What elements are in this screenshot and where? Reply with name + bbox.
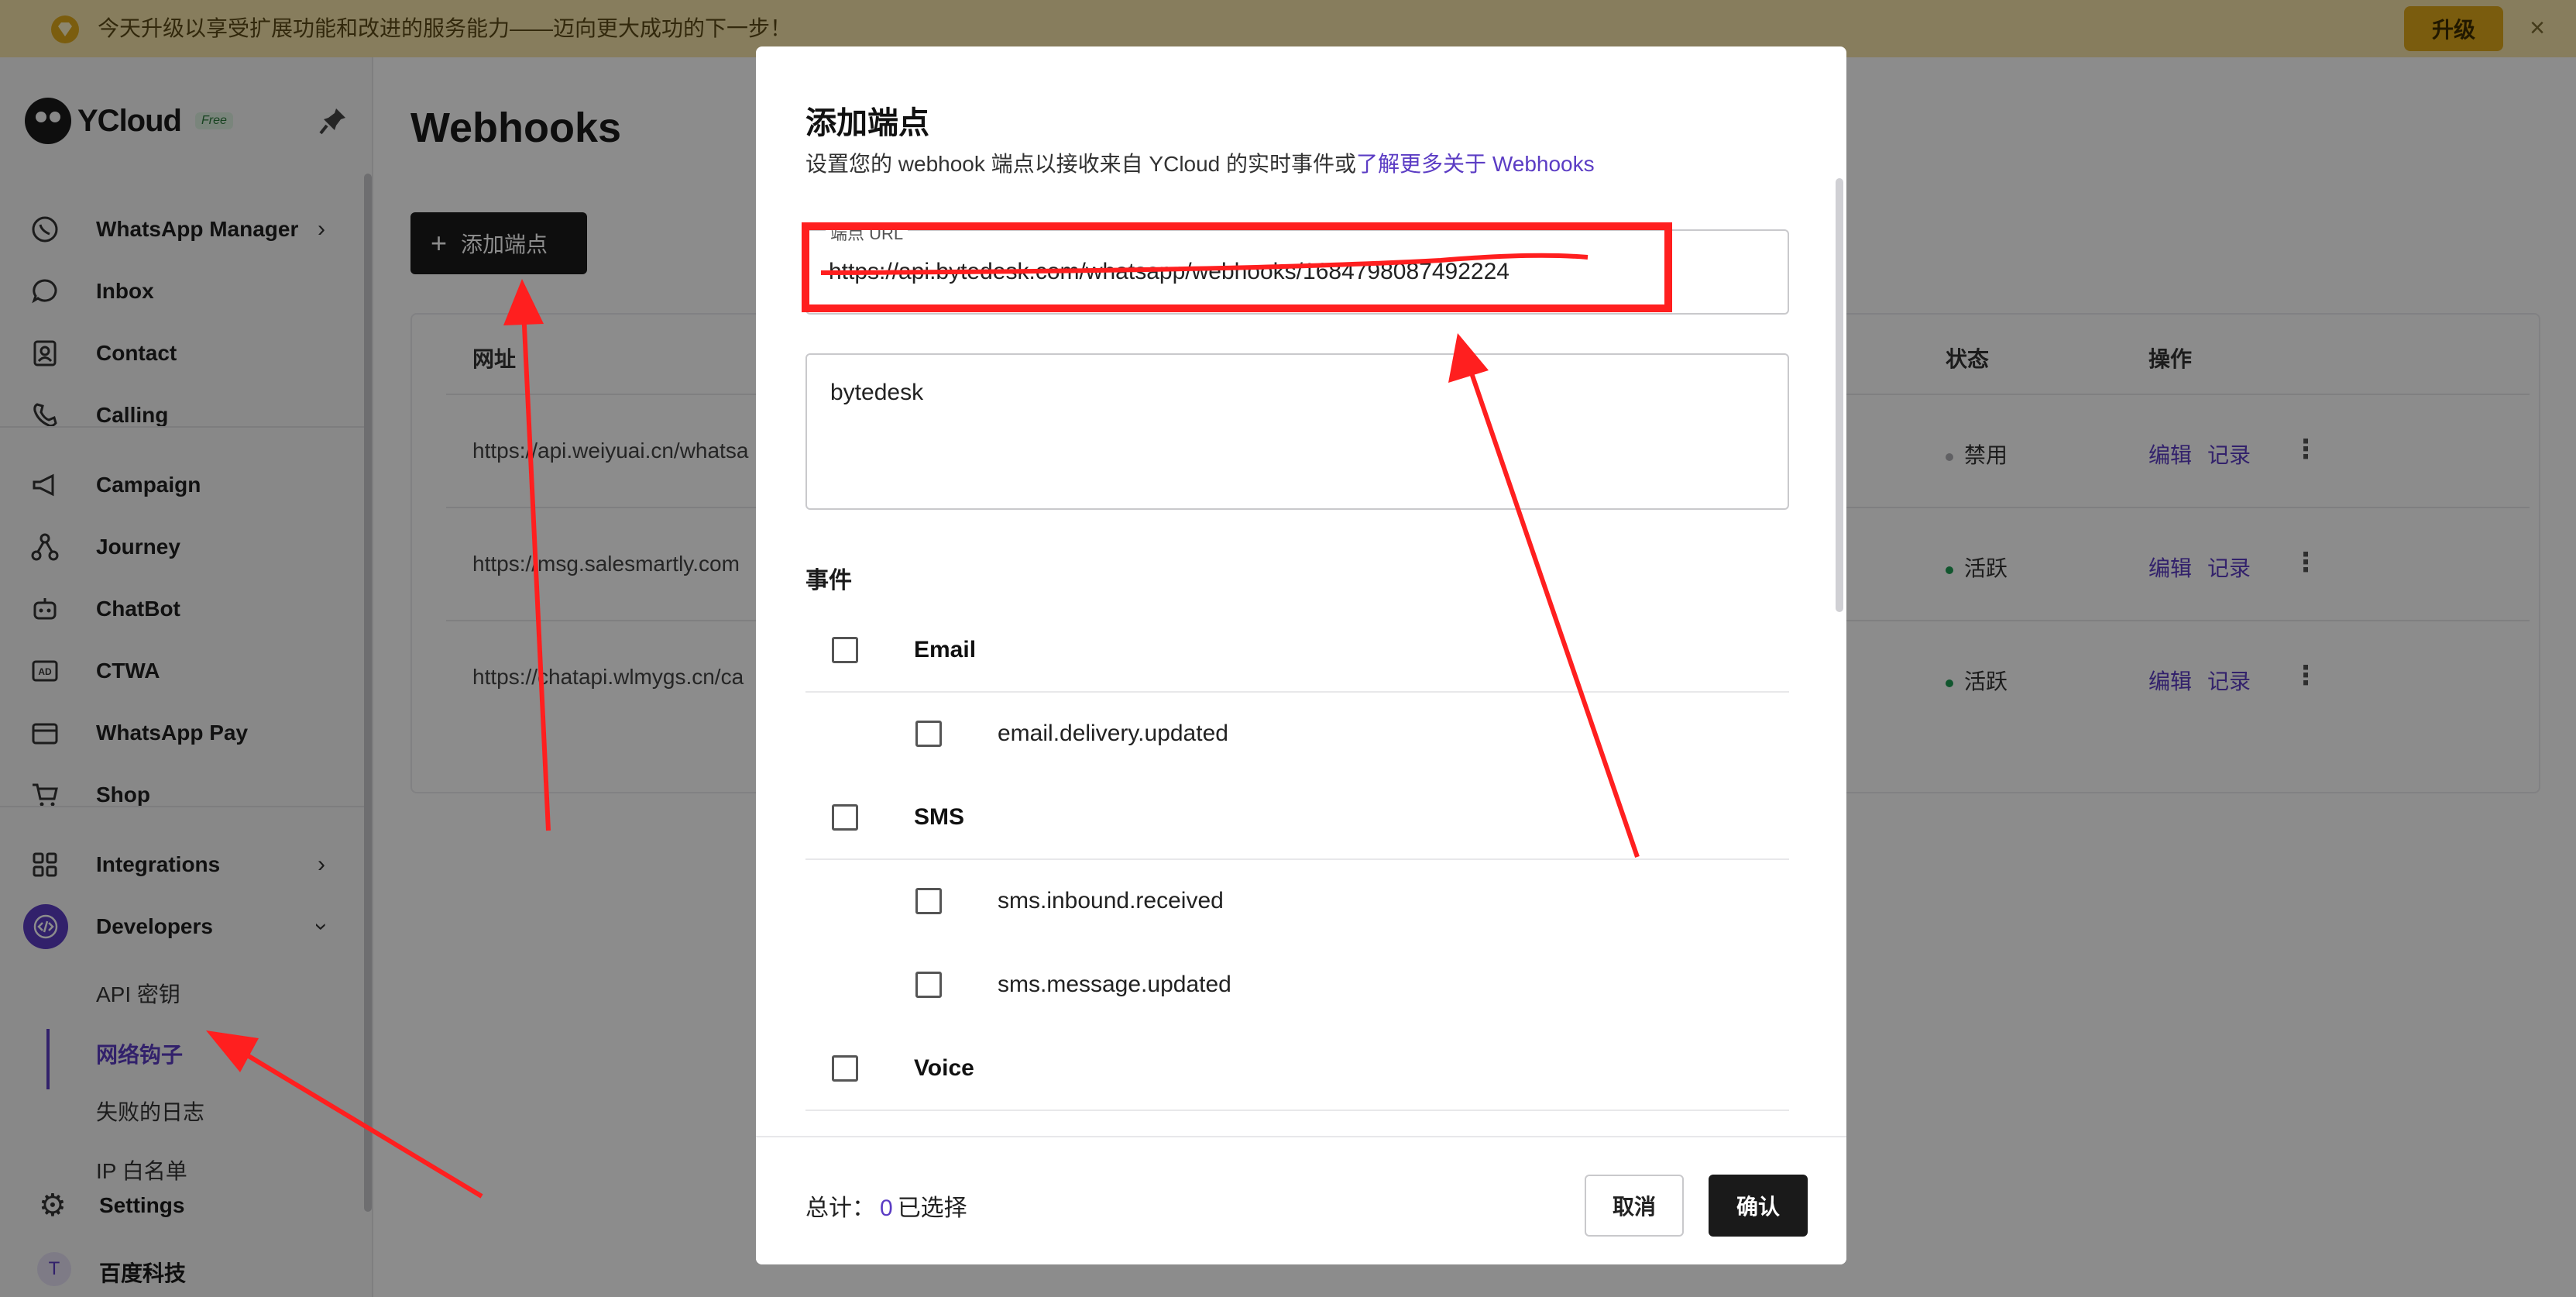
event-checkbox[interactable] (915, 972, 942, 998)
add-endpoint-dialog: 添加端点 设置您的 webhook 端点以接收来自 YCloud 的实时事件或了… (756, 46, 1846, 1264)
event-group-checkbox[interactable] (832, 637, 858, 663)
endpoint-url-input[interactable]: 端点 URL https://api.bytedesk.com/whatsapp… (805, 220, 1789, 315)
learn-more-link[interactable]: 了解更多关于 Webhooks (1356, 152, 1595, 176)
event-checkbox[interactable] (915, 721, 942, 747)
description-value: bytedesk (830, 380, 924, 405)
event-group-checkbox[interactable] (832, 804, 858, 831)
dialog-subtitle: 设置您的 webhook 端点以接收来自 YCloud 的实时事件或了解更多关于… (805, 147, 1595, 178)
event-label: email.delivery.updated (998, 721, 1228, 746)
event-label: sms.message.updated (998, 972, 1231, 997)
event-group-label: Voice (914, 1055, 974, 1081)
event-group-label: SMS (914, 804, 965, 830)
event-checkbox[interactable] (915, 888, 942, 914)
event-group-label: Email (914, 637, 977, 662)
events-divider (805, 691, 1789, 693)
endpoint-url-label: 端点 URL (826, 220, 908, 245)
events-divider (805, 1110, 1789, 1111)
dialog-title: 添加端点 (805, 106, 929, 140)
confirm-button[interactable]: 确认 (1709, 1175, 1808, 1237)
dialog-scrollbar[interactable] (1836, 178, 1843, 612)
events-heading: 事件 (805, 568, 852, 593)
endpoint-url-value: https://api.bytedesk.com/whatsapp/webhoo… (829, 259, 1510, 284)
cancel-button[interactable]: 取消 (1585, 1175, 1684, 1237)
dialog-subtitle-text: 设置您的 webhook 端点以接收来自 YCloud 的实时事件或 (805, 152, 1357, 176)
dialog-footer: 总计： 0 已选择 取消 确认 (756, 1136, 1846, 1264)
selection-total: 总计： 0 已选择 (805, 1196, 967, 1221)
event-group-checkbox[interactable] (832, 1055, 858, 1082)
event-label: sms.inbound.received (998, 888, 1224, 913)
events-divider (805, 858, 1789, 860)
description-textarea[interactable]: bytedesk (805, 353, 1789, 510)
